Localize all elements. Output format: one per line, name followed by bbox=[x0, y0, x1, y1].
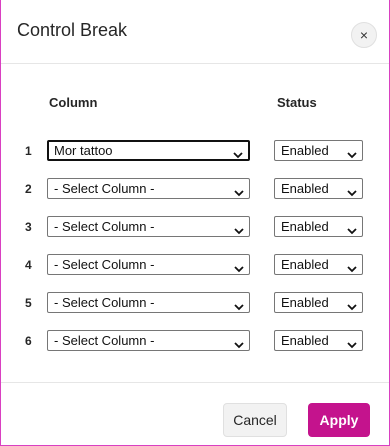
apply-button[interactable]: Apply bbox=[308, 403, 370, 437]
chevron-down-icon bbox=[234, 222, 244, 235]
status-select-value: Enabled bbox=[281, 143, 329, 158]
status-header: Status bbox=[277, 95, 317, 110]
chevron-down-icon bbox=[347, 146, 357, 159]
column-select-value: - Select Column - bbox=[54, 219, 155, 234]
status-select-value: Enabled bbox=[281, 333, 329, 348]
status-select[interactable]: Enabled bbox=[274, 178, 363, 199]
column-select[interactable]: - Select Column - bbox=[47, 330, 250, 351]
status-select[interactable]: Enabled bbox=[274, 140, 363, 161]
column-select[interactable]: - Select Column - bbox=[47, 216, 250, 237]
chevron-down-icon bbox=[347, 336, 357, 349]
row-number: 1 bbox=[25, 144, 32, 158]
column-select[interactable]: - Select Column - bbox=[47, 292, 250, 313]
dialog-footer: Cancel Apply bbox=[1, 382, 389, 446]
row-number: 5 bbox=[25, 296, 32, 310]
column-select[interactable]: Mor tattoo bbox=[47, 140, 250, 161]
column-select[interactable]: - Select Column - bbox=[47, 254, 250, 275]
close-icon: × bbox=[359, 27, 369, 43]
column-select-value: - Select Column - bbox=[54, 257, 155, 272]
chevron-down-icon bbox=[347, 184, 357, 197]
control-break-row: 6 - Select Column - Enabled bbox=[1, 330, 389, 352]
chevron-down-icon bbox=[347, 222, 357, 235]
column-select-value: - Select Column - bbox=[54, 333, 155, 348]
status-select-value: Enabled bbox=[281, 181, 329, 196]
chevron-down-icon bbox=[233, 147, 243, 159]
column-select-value: Mor tattoo bbox=[54, 143, 113, 158]
column-select-value: - Select Column - bbox=[54, 295, 155, 310]
control-break-row: 5 - Select Column - Enabled bbox=[1, 292, 389, 314]
chevron-down-icon bbox=[234, 184, 244, 197]
status-select-value: Enabled bbox=[281, 257, 329, 272]
column-header: Column bbox=[49, 95, 98, 110]
status-select[interactable]: Enabled bbox=[274, 254, 363, 275]
row-number: 2 bbox=[25, 182, 32, 196]
status-select[interactable]: Enabled bbox=[274, 216, 363, 237]
control-break-row: 4 - Select Column - Enabled bbox=[1, 254, 389, 276]
row-number: 4 bbox=[25, 258, 32, 272]
status-select-value: Enabled bbox=[281, 295, 329, 310]
row-number: 3 bbox=[25, 220, 32, 234]
cancel-button[interactable]: Cancel bbox=[223, 403, 287, 437]
status-select[interactable]: Enabled bbox=[274, 330, 363, 351]
close-button[interactable]: × bbox=[351, 22, 377, 48]
status-select[interactable]: Enabled bbox=[274, 292, 363, 313]
dialog-title: Control Break bbox=[17, 20, 128, 40]
chevron-down-icon bbox=[234, 260, 244, 273]
control-break-row: 3 - Select Column - Enabled bbox=[1, 216, 389, 238]
chevron-down-icon bbox=[347, 260, 357, 273]
chevron-down-icon bbox=[234, 298, 244, 311]
control-break-row: 1 Mor tattoo Enabled bbox=[1, 140, 389, 162]
column-select-value: - Select Column - bbox=[54, 181, 155, 196]
control-break-dialog: Control Break × Column Status 1 Mor tatto… bbox=[0, 0, 390, 446]
control-break-row: 2 - Select Column - Enabled bbox=[1, 178, 389, 200]
column-select[interactable]: - Select Column - bbox=[47, 178, 250, 199]
chevron-down-icon bbox=[234, 336, 244, 349]
dialog-header: Control Break × bbox=[1, 0, 389, 64]
row-number: 6 bbox=[25, 334, 32, 348]
status-select-value: Enabled bbox=[281, 219, 329, 234]
chevron-down-icon bbox=[347, 298, 357, 311]
